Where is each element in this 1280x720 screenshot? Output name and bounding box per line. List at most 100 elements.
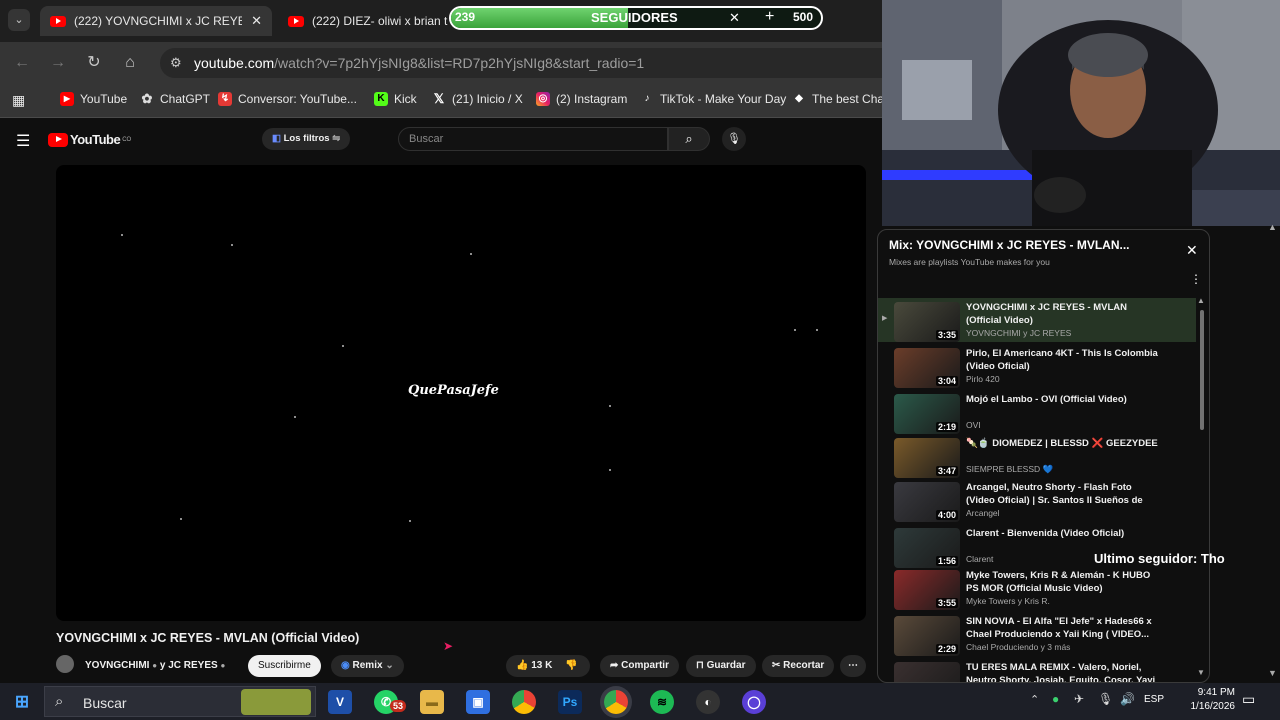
converter-icon: ↯ xyxy=(218,92,232,106)
subscribe-button[interactable]: Suscribirme xyxy=(248,655,321,677)
playlist-item-channel: Clarent xyxy=(966,554,994,564)
share-button[interactable]: ➦ Compartir xyxy=(600,655,679,677)
last-follower-overlay: Ultimo seguidor: Tho xyxy=(1094,551,1225,566)
playlist-item[interactable]: 3:55 Myke Towers, Kris R & Alemán - K HUB… xyxy=(878,568,1196,612)
playlist-item[interactable]: 2:29 SIN NOVIA - El Alfa "El Jefe" x Hade… xyxy=(878,614,1196,658)
video-player[interactable]: QuePasaJefe xyxy=(56,165,866,621)
close-tab-icon[interactable]: ✕ xyxy=(251,13,262,29)
apps-grid-icon[interactable]: ▦ xyxy=(12,92,25,109)
playlist-item-channel: Pirlo 420 xyxy=(966,374,1000,384)
avatar[interactable] xyxy=(56,655,74,673)
close-icon[interactable]: ✕ xyxy=(1186,242,1198,259)
volume-icon[interactable]: 🔊 xyxy=(1120,692,1135,706)
tray-app-icon[interactable]: ● xyxy=(1052,692,1059,706)
tab-active[interactable]: (222) YOVNGCHIMI x JC REYES - M ✕ xyxy=(40,6,272,36)
kick-icon: K xyxy=(374,92,388,106)
reload-icon[interactable]: ↻ xyxy=(83,52,105,74)
chrome-icon[interactable] xyxy=(512,690,536,714)
address-bar[interactable]: ⚙ youtube.com/watch?v=7p2hYjsNIg8&list=R… xyxy=(160,48,900,78)
site-info-icon[interactable]: ⚙ xyxy=(170,48,182,78)
bookmark-kick[interactable]: K Kick xyxy=(374,92,417,106)
share-icon: ➦ xyxy=(610,660,619,671)
playlist-item[interactable]: 2:19 Mojó el Lambo - OVI (Official Video)… xyxy=(878,392,1196,436)
search-icon[interactable]: ⌕ xyxy=(668,127,710,151)
playlist-thumbnail: 2:19 xyxy=(894,394,960,434)
save-label: Guardar xyxy=(706,660,746,671)
playlist-scrollbar[interactable] xyxy=(1200,310,1204,430)
remix-button[interactable]: ◉ Remix ⌄ xyxy=(331,655,404,677)
store-icon[interactable]: ▣ xyxy=(466,690,490,714)
app-icon[interactable]: ◯ xyxy=(742,690,766,714)
microphone-tray-icon[interactable]: 🎙 xyxy=(1098,692,1113,706)
url-host: youtube.com xyxy=(194,55,275,71)
bookmark-chatgpt[interactable]: ✿ ChatGPT xyxy=(140,92,210,107)
channel-name[interactable]: YOVNGCHIMI ● y JC REYES ● xyxy=(85,660,225,671)
bookmark-youtube[interactable]: ▶ YouTube xyxy=(60,92,127,106)
search-input[interactable]: Buscar xyxy=(398,127,668,151)
vegas-app-icon[interactable]: V xyxy=(328,690,352,714)
more-vert-icon[interactable]: ⋮ xyxy=(1190,272,1202,286)
verified-icon: ● xyxy=(220,661,226,670)
dislike-icon[interactable]: 👎 xyxy=(565,660,577,671)
youtube-logo[interactable]: YouTube CO xyxy=(48,132,131,147)
language-indicator[interactable]: ESP xyxy=(1144,694,1164,705)
playlist-title: Mix: YOVNGCHIMI x JC REYES - MVLAN... xyxy=(889,238,1130,252)
bookmark-instagram[interactable]: ◎ (2) Instagram xyxy=(536,92,627,106)
clock[interactable]: 9:41 PM 1/16/2026 xyxy=(1175,686,1236,714)
playlist-item[interactable]: 4:00 Arcangel, Neutro Shorty - Flash Foto… xyxy=(878,480,1196,524)
playlist-thumbnail: 3:47 xyxy=(894,438,960,478)
playlist-item[interactable]: TU ERES MALA REMIX - Valero, Noriel, Neu… xyxy=(878,660,1196,683)
bookmark-tiktok[interactable]: ♪ TikTok - Make Your Day xyxy=(640,92,787,106)
playlist-thumbnail: 4:00 xyxy=(894,482,960,522)
tab-search-button[interactable]: ⌄ xyxy=(8,9,30,31)
menu-icon[interactable]: ☰ xyxy=(16,131,30,151)
sliders-icon: ⇋ xyxy=(332,133,341,144)
playlist-item-title: TU ERES MALA REMIX - Valero, Noriel, Neu… xyxy=(966,662,1156,683)
file-explorer-icon[interactable]: ▬ xyxy=(420,690,444,714)
obs-icon[interactable]: ◐ xyxy=(696,690,720,714)
bookmark-label: TikTok - Make Your Day xyxy=(660,92,787,106)
tab-inactive[interactable]: (222) DIEZ- oliwi x brian trap xyxy=(278,6,448,36)
search-icon: ⌕ xyxy=(55,693,64,710)
clip-button[interactable]: ✂ Recortar xyxy=(762,655,835,677)
video-duration: 3:04 xyxy=(935,376,958,386)
scroll-down-icon[interactable]: ▼ xyxy=(1197,668,1205,677)
playlist-item[interactable]: 3:04 Pirlo, El Americano 4KT - This Is Co… xyxy=(878,346,1196,390)
more-actions-icon[interactable]: ⋯ xyxy=(840,655,866,677)
browser-toolbar: ← → ↻ ⌂ ⚙ youtube.com/watch?v=7p2hYjsNIg… xyxy=(0,42,900,84)
windows-start-icon[interactable]: ⊞ xyxy=(10,690,34,714)
like-icon[interactable]: 👍 xyxy=(516,660,528,671)
country-code: CO xyxy=(122,136,132,143)
tray-chevron-icon[interactable]: ⌃ xyxy=(1030,693,1039,706)
share-label: Compartir xyxy=(621,660,669,671)
microphone-icon[interactable]: 🎙 xyxy=(722,127,746,151)
clock-time: 9:41 PM xyxy=(1197,687,1235,698)
bookmark-chatbot[interactable]: ◆ The best Chatb xyxy=(792,92,894,106)
page-scroll-down-icon[interactable]: ▼ xyxy=(1268,668,1277,678)
new-tab-icon[interactable]: + xyxy=(765,8,774,26)
network-icon[interactable]: ✈ xyxy=(1074,692,1084,706)
chrome-active-icon[interactable] xyxy=(604,690,628,714)
scroll-up-icon[interactable]: ▲ xyxy=(1197,296,1205,305)
photoshop-icon[interactable]: Ps xyxy=(558,690,582,714)
bookmark-label: Kick xyxy=(394,92,417,106)
followers-current: 239 xyxy=(455,10,476,24)
notifications-icon[interactable]: ▭ xyxy=(1242,691,1255,708)
forward-icon[interactable]: → xyxy=(47,52,69,74)
search-highlight-image xyxy=(241,689,311,715)
back-icon[interactable]: ← xyxy=(11,52,33,74)
bookmark-converter[interactable]: ↯ Conversor: YouTube... xyxy=(218,92,357,106)
playlist-item-title: Mojó el Lambo - OVI (Official Video) xyxy=(966,394,1127,405)
playlist-item[interactable]: 3:47 🍡🍵 DIOMEDEZ | BLESSD ❌ GEEZYDEE SIEMP… xyxy=(878,436,1196,480)
page-scroll-up-icon[interactable]: ▲ xyxy=(1268,222,1277,232)
spotify-icon[interactable]: ≋ xyxy=(650,690,674,714)
home-icon[interactable]: ⌂ xyxy=(119,52,141,74)
video-duration: 2:29 xyxy=(935,644,958,654)
filters-button[interactable]: ◧ Los filtros ⇋ xyxy=(262,128,351,150)
bookmark-x[interactable]: 𝕏 (21) Inicio / X xyxy=(432,92,523,107)
playlist-thumbnail: 3:55 xyxy=(894,570,960,610)
playlist-item-channel: Arcangel xyxy=(966,508,1000,518)
taskbar-search[interactable]: ⌕ Buscar xyxy=(44,686,316,717)
playlist-item[interactable]: 3:35 YOVNGCHIMI x JC REYES - MVLAN (Offic… xyxy=(878,300,1196,344)
save-button[interactable]: ⊓ Guardar xyxy=(686,655,756,677)
